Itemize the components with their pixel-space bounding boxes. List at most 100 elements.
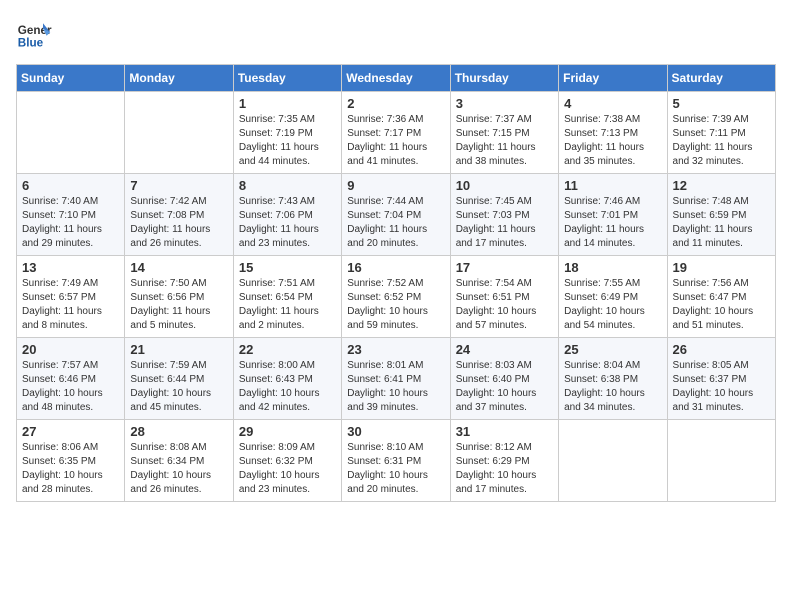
week-row-2: 6 Sunrise: 7:40 AM Sunset: 7:10 PM Daylig… bbox=[17, 174, 776, 256]
day-number: 13 bbox=[22, 260, 119, 275]
calendar-cell: 28 Sunrise: 8:08 AM Sunset: 6:34 PM Dayli… bbox=[125, 420, 233, 502]
day-info: Sunrise: 8:12 AM Sunset: 6:29 PM Dayligh… bbox=[456, 441, 553, 497]
calendar-cell: 18 Sunrise: 7:55 AM Sunset: 6:49 PM Dayli… bbox=[559, 256, 667, 338]
day-number: 15 bbox=[239, 260, 336, 275]
day-number: 30 bbox=[347, 424, 444, 439]
calendar-cell: 25Sunrise: 8:04 AM Sunset: 6:38 PM Dayli… bbox=[559, 338, 667, 420]
calendar-cell: 3 Sunrise: 7:37 AM Sunset: 7:15 PM Daylig… bbox=[450, 92, 558, 174]
day-info: Sunrise: 7:35 AM Sunset: 7:19 PM Dayligh… bbox=[239, 113, 336, 169]
day-number: 2 bbox=[347, 96, 444, 111]
day-number: 4 bbox=[564, 96, 661, 111]
logo: General Blue bbox=[16, 16, 52, 52]
day-header-saturday: Saturday bbox=[667, 65, 775, 92]
calendar-body: 1Sunrise: 7:35 AM Sunset: 7:19 PM Daylig… bbox=[17, 92, 776, 502]
day-header-sunday: Sunday bbox=[17, 65, 125, 92]
day-header-wednesday: Wednesday bbox=[342, 65, 450, 92]
day-info: Sunrise: 7:59 AM Sunset: 6:44 PM Dayligh… bbox=[130, 359, 227, 415]
calendar-cell: 14Sunrise: 7:50 AM Sunset: 6:56 PM Dayli… bbox=[125, 256, 233, 338]
day-info: Sunrise: 7:43 AM Sunset: 7:06 PM Dayligh… bbox=[239, 195, 336, 251]
calendar-cell bbox=[125, 92, 233, 174]
day-info: Sunrise: 7:50 AM Sunset: 6:56 PM Dayligh… bbox=[130, 277, 227, 333]
week-row-1: 1Sunrise: 7:35 AM Sunset: 7:19 PM Daylig… bbox=[17, 92, 776, 174]
day-number: 16 bbox=[347, 260, 444, 275]
page-header: General Blue bbox=[16, 16, 776, 52]
day-number: 10 bbox=[456, 178, 553, 193]
day-info: Sunrise: 7:57 AM Sunset: 6:46 PM Dayligh… bbox=[22, 359, 119, 415]
day-info: Sunrise: 7:40 AM Sunset: 7:10 PM Dayligh… bbox=[22, 195, 119, 251]
calendar-cell: 8 Sunrise: 7:43 AM Sunset: 7:06 PM Daylig… bbox=[233, 174, 341, 256]
day-info: Sunrise: 7:46 AM Sunset: 7:01 PM Dayligh… bbox=[564, 195, 661, 251]
day-number: 18 bbox=[564, 260, 661, 275]
day-number: 11 bbox=[564, 178, 661, 193]
calendar-cell bbox=[17, 92, 125, 174]
day-number: 8 bbox=[239, 178, 336, 193]
day-number: 20 bbox=[22, 342, 119, 357]
day-info: Sunrise: 7:39 AM Sunset: 7:11 PM Dayligh… bbox=[673, 113, 770, 169]
calendar-cell: 29 Sunrise: 8:09 AM Sunset: 6:32 PM Dayli… bbox=[233, 420, 341, 502]
calendar-cell: 24Sunrise: 8:03 AM Sunset: 6:40 PM Dayli… bbox=[450, 338, 558, 420]
day-info: Sunrise: 7:55 AM Sunset: 6:49 PM Dayligh… bbox=[564, 277, 661, 333]
calendar-cell: 2 Sunrise: 7:36 AM Sunset: 7:17 PM Daylig… bbox=[342, 92, 450, 174]
day-info: Sunrise: 8:00 AM Sunset: 6:43 PM Dayligh… bbox=[239, 359, 336, 415]
calendar-cell: 27 Sunrise: 8:06 AM Sunset: 6:35 PM Dayli… bbox=[17, 420, 125, 502]
day-info: Sunrise: 7:38 AM Sunset: 7:13 PM Dayligh… bbox=[564, 113, 661, 169]
day-info: Sunrise: 7:44 AM Sunset: 7:04 PM Dayligh… bbox=[347, 195, 444, 251]
week-row-5: 27 Sunrise: 8:06 AM Sunset: 6:35 PM Dayli… bbox=[17, 420, 776, 502]
day-info: Sunrise: 7:56 AM Sunset: 6:47 PM Dayligh… bbox=[673, 277, 770, 333]
calendar-cell: 11 Sunrise: 7:46 AM Sunset: 7:01 PM Dayli… bbox=[559, 174, 667, 256]
day-number: 26 bbox=[673, 342, 770, 357]
day-header-tuesday: Tuesday bbox=[233, 65, 341, 92]
calendar-header-row: SundayMondayTuesdayWednesdayThursdayFrid… bbox=[17, 65, 776, 92]
calendar-cell: 13 Sunrise: 7:49 AM Sunset: 6:57 PM Dayli… bbox=[17, 256, 125, 338]
calendar-cell: 22 Sunrise: 8:00 AM Sunset: 6:43 PM Dayli… bbox=[233, 338, 341, 420]
calendar-cell: 10 Sunrise: 7:45 AM Sunset: 7:03 PM Dayli… bbox=[450, 174, 558, 256]
day-info: Sunrise: 8:09 AM Sunset: 6:32 PM Dayligh… bbox=[239, 441, 336, 497]
day-info: Sunrise: 8:05 AM Sunset: 6:37 PM Dayligh… bbox=[673, 359, 770, 415]
day-info: Sunrise: 7:36 AM Sunset: 7:17 PM Dayligh… bbox=[347, 113, 444, 169]
day-header-monday: Monday bbox=[125, 65, 233, 92]
calendar-cell: 4 Sunrise: 7:38 AM Sunset: 7:13 PM Daylig… bbox=[559, 92, 667, 174]
day-info: Sunrise: 7:45 AM Sunset: 7:03 PM Dayligh… bbox=[456, 195, 553, 251]
day-info: Sunrise: 7:37 AM Sunset: 7:15 PM Dayligh… bbox=[456, 113, 553, 169]
calendar-cell: 21 Sunrise: 7:59 AM Sunset: 6:44 PM Dayli… bbox=[125, 338, 233, 420]
calendar-cell: 1Sunrise: 7:35 AM Sunset: 7:19 PM Daylig… bbox=[233, 92, 341, 174]
calendar-cell: 9 Sunrise: 7:44 AM Sunset: 7:04 PM Daylig… bbox=[342, 174, 450, 256]
svg-text:Blue: Blue bbox=[18, 37, 44, 50]
calendar-cell: 30 Sunrise: 8:10 AM Sunset: 6:31 PM Dayli… bbox=[342, 420, 450, 502]
calendar-cell: 23 Sunrise: 8:01 AM Sunset: 6:41 PM Dayli… bbox=[342, 338, 450, 420]
day-number: 12 bbox=[673, 178, 770, 193]
day-number: 17 bbox=[456, 260, 553, 275]
day-number: 9 bbox=[347, 178, 444, 193]
day-number: 19 bbox=[673, 260, 770, 275]
calendar-cell: 5Sunrise: 7:39 AM Sunset: 7:11 PM Daylig… bbox=[667, 92, 775, 174]
calendar-cell bbox=[667, 420, 775, 502]
calendar-cell bbox=[559, 420, 667, 502]
day-header-friday: Friday bbox=[559, 65, 667, 92]
day-info: Sunrise: 7:52 AM Sunset: 6:52 PM Dayligh… bbox=[347, 277, 444, 333]
day-number: 21 bbox=[130, 342, 227, 357]
day-info: Sunrise: 8:10 AM Sunset: 6:31 PM Dayligh… bbox=[347, 441, 444, 497]
day-number: 23 bbox=[347, 342, 444, 357]
day-number: 3 bbox=[456, 96, 553, 111]
calendar-cell: 31Sunrise: 8:12 AM Sunset: 6:29 PM Dayli… bbox=[450, 420, 558, 502]
day-info: Sunrise: 7:51 AM Sunset: 6:54 PM Dayligh… bbox=[239, 277, 336, 333]
calendar-cell: 26 Sunrise: 8:05 AM Sunset: 6:37 PM Dayli… bbox=[667, 338, 775, 420]
week-row-3: 13 Sunrise: 7:49 AM Sunset: 6:57 PM Dayli… bbox=[17, 256, 776, 338]
day-header-thursday: Thursday bbox=[450, 65, 558, 92]
day-number: 29 bbox=[239, 424, 336, 439]
calendar-cell: 7Sunrise: 7:42 AM Sunset: 7:08 PM Daylig… bbox=[125, 174, 233, 256]
day-number: 27 bbox=[22, 424, 119, 439]
calendar-cell: 15 Sunrise: 7:51 AM Sunset: 6:54 PM Dayli… bbox=[233, 256, 341, 338]
day-number: 22 bbox=[239, 342, 336, 357]
day-info: Sunrise: 8:04 AM Sunset: 6:38 PM Dayligh… bbox=[564, 359, 661, 415]
day-info: Sunrise: 7:54 AM Sunset: 6:51 PM Dayligh… bbox=[456, 277, 553, 333]
day-info: Sunrise: 8:08 AM Sunset: 6:34 PM Dayligh… bbox=[130, 441, 227, 497]
day-info: Sunrise: 7:49 AM Sunset: 6:57 PM Dayligh… bbox=[22, 277, 119, 333]
day-info: Sunrise: 7:42 AM Sunset: 7:08 PM Dayligh… bbox=[130, 195, 227, 251]
logo-icon: General Blue bbox=[16, 16, 52, 52]
day-number: 28 bbox=[130, 424, 227, 439]
day-info: Sunrise: 8:01 AM Sunset: 6:41 PM Dayligh… bbox=[347, 359, 444, 415]
day-number: 6 bbox=[22, 178, 119, 193]
day-info: Sunrise: 8:06 AM Sunset: 6:35 PM Dayligh… bbox=[22, 441, 119, 497]
calendar-cell: 17 Sunrise: 7:54 AM Sunset: 6:51 PM Dayli… bbox=[450, 256, 558, 338]
